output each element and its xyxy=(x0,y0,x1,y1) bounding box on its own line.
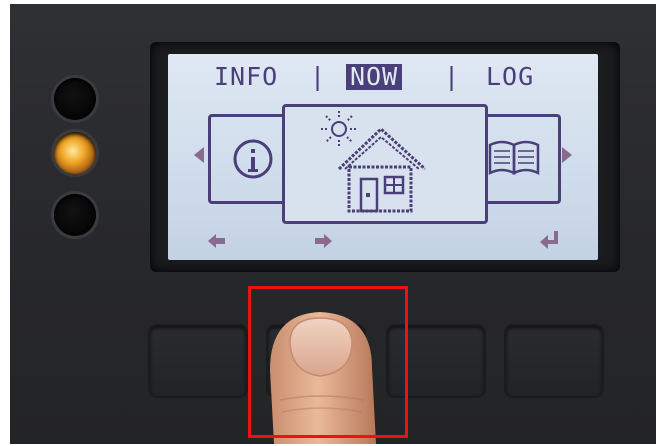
arrow-right-icon xyxy=(315,234,332,248)
scroll-right-indicator-icon xyxy=(562,147,572,163)
menu-bar: INFO | NOW | LOG xyxy=(168,60,598,94)
status-led-2-amber xyxy=(54,132,96,174)
log-card[interactable] xyxy=(482,114,561,204)
highlight-box xyxy=(248,286,408,438)
arrow-left-icon xyxy=(208,234,225,248)
lcd-display: INFO | NOW | LOG xyxy=(168,54,598,260)
menu-item-info[interactable]: INFO xyxy=(214,60,278,94)
info-card[interactable] xyxy=(208,114,287,204)
hardware-button-4[interactable] xyxy=(506,326,602,396)
menu-separator: | xyxy=(310,62,327,91)
now-card[interactable] xyxy=(282,104,488,224)
menu-item-log[interactable]: LOG xyxy=(486,60,534,94)
status-led-1 xyxy=(54,78,96,120)
controller-device: INFO | NOW | LOG xyxy=(10,4,656,444)
menu-separator: | xyxy=(444,62,461,91)
sun-icon xyxy=(321,111,357,147)
scroll-left-indicator-icon xyxy=(194,147,204,163)
status-led-3 xyxy=(54,194,96,236)
house-with-sun-icon xyxy=(321,111,427,213)
menu-item-now-selected[interactable]: NOW xyxy=(346,64,403,90)
enter-return-icon xyxy=(540,231,558,249)
log-book-icon xyxy=(488,140,540,176)
info-icon xyxy=(233,139,273,179)
